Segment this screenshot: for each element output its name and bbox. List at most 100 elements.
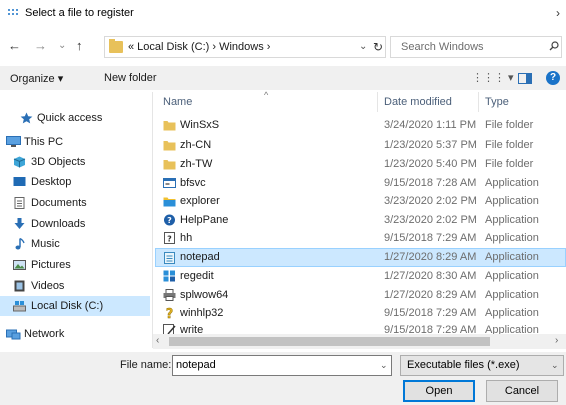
up-arrow-icon[interactable]: ↑ [76, 38, 83, 54]
network-icon [6, 329, 21, 340]
printer-icon [163, 289, 176, 301]
file-type: Application [485, 289, 539, 301]
pictures-icon [13, 260, 26, 270]
sort-ascending-icon: ^ [264, 90, 269, 100]
column-header-name[interactable]: Name [163, 96, 192, 108]
file-name: regedit [180, 270, 214, 282]
svg-text:?: ? [167, 235, 172, 244]
sidebar-item-network[interactable]: Network [0, 324, 150, 344]
column-separator[interactable] [478, 92, 479, 112]
file-date: 3/23/2020 2:02 PM [384, 214, 477, 226]
recent-locations-icon[interactable]: ⌄ [58, 38, 66, 54]
address-bar[interactable]: « Local Disk (C:) › Windows › ⌄ ↻ [104, 36, 386, 58]
file-name: bfsvc [180, 177, 206, 189]
file-name: explorer [180, 195, 220, 207]
file-row[interactable]: zh-TW 1/23/2020 5:40 PM File folder [155, 155, 566, 174]
organize-button[interactable]: Organize ▾ [10, 72, 63, 85]
file-name-input[interactable]: notepad ⌄ [172, 355, 392, 376]
file-row[interactable]: splwow64 1/27/2020 8:29 AM Application [155, 286, 566, 305]
sidebar-item-quick-access[interactable]: Quick access [0, 108, 150, 128]
column-header-type[interactable]: Type [485, 96, 509, 108]
open-button[interactable]: Open [403, 380, 475, 402]
svg-text:?: ? [166, 307, 174, 319]
sidebar-item-videos[interactable]: Videos [0, 276, 150, 296]
sidebar-item-local-disk[interactable]: Local Disk (C:) [0, 296, 150, 316]
column-header-date-modified[interactable]: Date modified [384, 96, 452, 108]
desktop-icon [13, 177, 26, 186]
column-separator[interactable] [377, 92, 378, 112]
sidebar-item-desktop[interactable]: Desktop [0, 172, 150, 192]
file-date: 9/15/2018 7:29 AM [384, 324, 477, 334]
sidebar-item-documents[interactable]: Documents [0, 193, 150, 213]
horizontal-scrollbar[interactable]: ‹ › [153, 334, 566, 349]
file-name-label-text: File name: [120, 359, 172, 371]
document-icon [14, 197, 25, 209]
address-dropdown-icon[interactable]: ⌄ [359, 41, 367, 52]
sidebar-item-label: Videos [31, 280, 65, 292]
sidebar-item-3d-objects[interactable]: 3D Objects [0, 152, 150, 172]
new-folder-button[interactable]: New folder [104, 72, 157, 84]
scroll-left-icon[interactable]: ‹ [156, 335, 159, 346]
file-date: 3/24/2020 1:11 PM [384, 119, 477, 131]
help-icon: ? [164, 214, 175, 226]
file-name-value: notepad [176, 359, 216, 371]
sidebar-item-label: Downloads [31, 218, 86, 230]
file-type: Application [485, 270, 539, 282]
folder-icon [163, 141, 176, 151]
file-type: Application [485, 214, 539, 226]
cancel-button[interactable]: Cancel [486, 380, 558, 402]
file-row-selected[interactable]: notepad 1/27/2020 8:29 AM Application [155, 248, 566, 267]
notepad-icon [164, 252, 175, 264]
file-row[interactable]: ? HelpPane 3/23/2020 2:02 PM Application [155, 211, 566, 230]
file-row[interactable]: explorer 3/23/2020 2:02 PM Application [155, 192, 566, 211]
file-row[interactable]: write 9/15/2018 7:29 AM Application [155, 321, 566, 334]
search-input[interactable]: Search Windows [390, 36, 562, 58]
breadcrumb[interactable]: « Local Disk (C:) › Windows › [128, 41, 270, 53]
preview-pane-icon[interactable] [518, 73, 532, 84]
window-title: Select a file to register [25, 7, 134, 19]
scroll-thumb[interactable] [169, 337, 490, 346]
file-date: 1/23/2020 5:37 PM [384, 139, 477, 151]
sidebar-item-downloads[interactable]: Downloads [0, 214, 150, 234]
folder-icon [109, 39, 123, 53]
computer-icon [6, 136, 21, 147]
scroll-right-icon[interactable]: › [555, 335, 558, 346]
sidebar-item-pictures[interactable]: Pictures [0, 255, 150, 275]
chevron-down-icon[interactable]: ⌄ [380, 360, 388, 371]
svg-text:?: ? [167, 216, 172, 225]
dialog-footer: File name: notepad ⌄ Executable files (*… [0, 352, 566, 405]
file-date: 1/27/2020 8:30 AM [384, 270, 477, 282]
file-list: Name ^ Date modified Type WinSxS 3/24/20… [155, 90, 566, 334]
file-date: 9/15/2018 7:29 AM [384, 307, 477, 319]
sidebar-item-label: Documents [31, 197, 87, 209]
file-row[interactable]: bfsvc 9/15/2018 7:28 AM Application [155, 174, 566, 193]
refresh-icon[interactable]: ↻ [373, 40, 383, 54]
download-icon [14, 218, 25, 229]
file-type: Application [485, 177, 539, 189]
chevron-down-icon[interactable]: ⌄ [551, 360, 559, 371]
sidebar-item-label: Music [31, 238, 60, 250]
help-file-icon: ? [164, 232, 175, 244]
write-icon [163, 324, 176, 334]
regedit-icon [163, 270, 175, 282]
file-type: Application [485, 251, 539, 263]
command-toolbar: Organize ▾ New folder ⋮⋮⋮ ▾ ? [0, 66, 566, 90]
sidebar-item-music[interactable]: Music [0, 234, 150, 254]
folder-icon [163, 121, 176, 131]
app-dots-icon [8, 9, 18, 15]
forward-arrow-icon[interactable]: → [34, 38, 47, 54]
sidebar-item-this-pc[interactable]: This PC [0, 132, 150, 152]
back-arrow-icon[interactable]: ← [8, 38, 21, 54]
help-icon[interactable]: ? [546, 71, 560, 85]
file-row[interactable]: zh-CN 1/23/2020 5:37 PM File folder [155, 136, 566, 155]
search-icon [549, 41, 559, 51]
sidebar-item-label: Network [24, 328, 65, 340]
view-options-icon[interactable]: ⋮⋮⋮ ▾ [472, 71, 514, 84]
file-row[interactable]: WinSxS 3/24/2020 1:11 PM File folder [155, 116, 566, 135]
close-icon[interactable]: › [556, 6, 560, 20]
file-row[interactable]: regedit 1/27/2020 8:30 AM Application [155, 267, 566, 286]
star-icon [20, 112, 33, 124]
file-type: Application [485, 324, 539, 334]
file-type-select[interactable]: Executable files (*.exe) ⌄ [400, 355, 564, 376]
file-row[interactable]: ? hh 9/15/2018 7:29 AM Application [155, 229, 566, 248]
